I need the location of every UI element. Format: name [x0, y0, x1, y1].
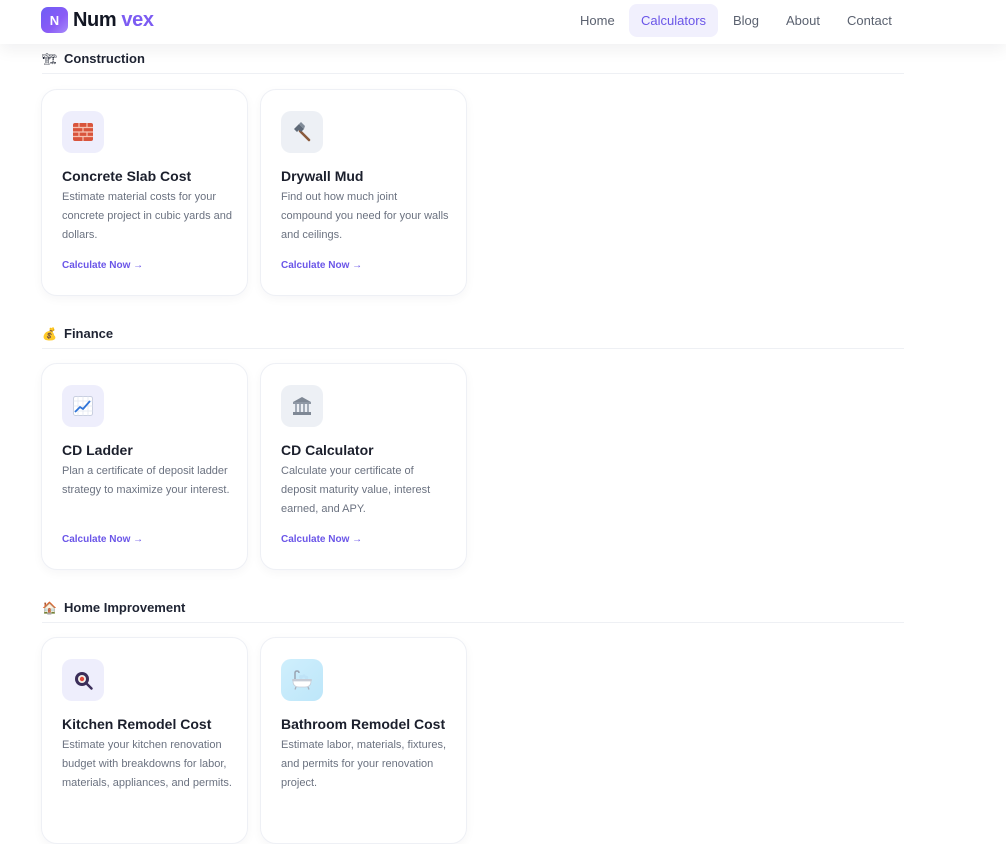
card-description: Plan a certificate of deposit ladder str… [62, 465, 230, 496]
calculator-card-concrete-slab[interactable]: Concrete Slab Cost Estimate material cos… [41, 89, 248, 296]
card-title: Concrete Slab Cost [62, 168, 192, 184]
card-title: Kitchen Remodel Cost [62, 716, 212, 732]
chart-increasing-icon [73, 396, 93, 416]
calculator-card-cd-calculator[interactable]: CD Calculator Calculate your certificate… [260, 363, 467, 570]
card-title: Drywall Mud [281, 168, 364, 184]
card-title: CD Ladder [62, 442, 133, 458]
nav-about[interactable]: About [774, 4, 832, 37]
calculate-now-link[interactable]: Calculate Now → [62, 259, 143, 273]
card-description: Estimate labor, materials, fixtures, and… [281, 739, 447, 789]
card-icon-box [281, 659, 323, 701]
nav-blog[interactable]: Blog [721, 4, 771, 37]
hammer-icon [294, 122, 311, 142]
card-icon-box [281, 385, 323, 427]
card-icon-box [62, 111, 104, 153]
main-nav: Home Calculators Blog About Contact [0, 4, 1006, 37]
card-description: Calculate your certificate of deposit ma… [281, 465, 431, 515]
section-header-finance: 💰 Finance [42, 327, 904, 349]
card-title: Bathroom Remodel Cost [281, 716, 446, 732]
section-title: Home Improvement [64, 600, 186, 615]
kitchen-icon [75, 672, 93, 690]
construction-icon: 🏗 [42, 52, 58, 66]
calculator-card-cd-ladder[interactable]: CD Ladder Plan a certificate of deposit … [41, 363, 248, 570]
top-navbar: N Num vex Home Calculators Blog About Co… [0, 0, 1006, 44]
card-description: Find out how much joint compound you nee… [281, 191, 449, 241]
card-description: Estimate your kitchen renovation budget … [62, 739, 232, 789]
card-icon-box [281, 111, 323, 153]
house-icon: 🏠 [42, 601, 57, 615]
section-header-home-improvement: 🏠 Home Improvement [42, 601, 904, 623]
calculate-now-link[interactable]: Calculate Now → [281, 533, 362, 547]
money-bag-icon: 💰 [42, 327, 57, 341]
calculator-card-drywall-mud[interactable]: Drywall Mud Find out how much joint comp… [260, 89, 467, 296]
card-title: CD Calculator [281, 442, 374, 458]
brick-icon [73, 123, 93, 141]
card-icon-box [62, 385, 104, 427]
calculate-now-link[interactable]: Calculate Now → [62, 533, 143, 547]
section-title: Finance [64, 326, 114, 341]
section-header-construction: 🏗 Construction [42, 52, 904, 74]
nav-calculators[interactable]: Calculators [629, 4, 719, 37]
calculate-now-link[interactable]: Calculate Now → [281, 259, 362, 273]
bathtub-icon [292, 670, 312, 690]
nav-contact[interactable]: Contact [835, 4, 904, 37]
card-icon-box [62, 659, 104, 701]
section-title: Construction [64, 51, 145, 66]
nav-home[interactable]: Home [568, 4, 627, 37]
card-description: Estimate material costs for your concret… [62, 191, 232, 241]
bank-icon [293, 397, 311, 415]
